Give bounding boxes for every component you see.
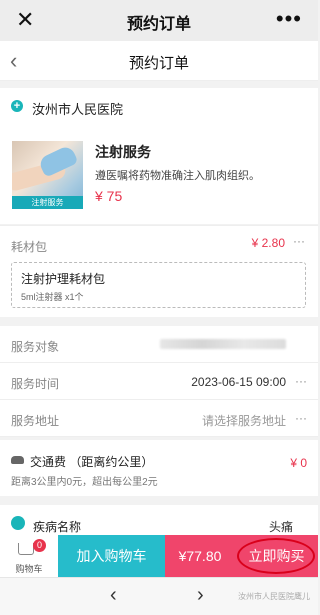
page-title: 预约订单 xyxy=(128,55,189,72)
hospital-header: + 汝州市人民医院 xyxy=(0,88,318,124)
row-service-target[interactable]: 服务对象 xyxy=(0,326,318,363)
service-image: 注射服务 xyxy=(12,141,83,209)
cart-label: 购物车 xyxy=(15,564,43,574)
nav-bar: ‹ 预约订单 xyxy=(0,41,318,81)
hospital-name: 汝州市人民医院 xyxy=(32,102,124,117)
row-service-address[interactable]: 服务地址 请选择服务地址 ··· xyxy=(0,400,318,437)
disease-label: 疾病名称 xyxy=(33,520,82,534)
materials-package[interactable]: 注射护理耗材包 5ml注射器 x1个 xyxy=(11,262,306,308)
service-description: 遵医嘱将药物准确注入肌肉组织。 xyxy=(95,170,260,182)
service-target-label: 服务对象 xyxy=(11,340,60,354)
plus-circle-icon: + xyxy=(11,100,23,112)
highlight-circle xyxy=(237,538,315,574)
disease-value: 头痛 xyxy=(268,520,293,534)
transport-price: ¥ 0 xyxy=(290,456,307,470)
cart-button[interactable]: 0 购物车 xyxy=(0,535,58,577)
buy-now-button[interactable]: 立即购买 xyxy=(235,535,318,577)
service-address-label: 服务地址 xyxy=(11,414,60,428)
materials-section: 耗材包 ¥ 2.80 ··· 注射护理耗材包 5ml注射器 x1个 xyxy=(0,225,318,317)
add-to-cart-button[interactable]: 加入购物车 xyxy=(58,535,165,577)
more-icon[interactable]: ••• xyxy=(276,6,302,32)
total-price: ¥77.80 xyxy=(165,535,235,577)
service-time-value: 2023-06-15 09:00 xyxy=(191,375,286,389)
bottom-action-bar: 0 购物车 加入购物车 ¥77.80 立即购买 xyxy=(0,535,318,577)
service-name: 注射服务 xyxy=(95,144,151,160)
package-name: 注射护理耗材包 xyxy=(21,272,106,286)
browser-back-icon[interactable]: ‹ xyxy=(110,584,117,607)
browser-bar: ‹ › 汝州市人民医院鹰儿 xyxy=(0,577,318,615)
materials-price: ¥ 2.80 xyxy=(251,236,285,250)
package-item: 5ml注射器 x1个 xyxy=(21,292,84,302)
transport-title: 交通费 （距离约公里） xyxy=(30,455,154,469)
materials-label: 耗材包 xyxy=(11,240,48,254)
service-target-value-blurred xyxy=(160,339,286,349)
materials-more-icon[interactable]: ··· xyxy=(293,234,305,248)
row-service-time[interactable]: 服务时间 2023-06-15 09:00 ··· xyxy=(0,363,318,400)
service-card[interactable]: 注射服务 注射服务 遵医嘱将药物准确注入肌肉组织。 ¥ 75 xyxy=(0,124,318,224)
disease-row[interactable]: 疾病名称 头痛 xyxy=(0,505,318,535)
service-image-label: 注射服务 xyxy=(12,196,83,209)
service-address-value: 请选择服务地址 xyxy=(201,414,286,428)
service-address-more-icon[interactable]: ··· xyxy=(295,411,307,425)
service-price: ¥ 75 xyxy=(95,188,123,204)
watermark: 汝州市人民医院鹰儿 xyxy=(238,592,310,601)
wechat-title: 预约订单 xyxy=(126,16,191,33)
service-time-label: 服务时间 xyxy=(11,377,60,391)
transport-fee: 交通费 （距离约公里） ¥ 0 距离3公里内0元，超出每公里2元 xyxy=(0,440,318,496)
car-icon xyxy=(11,456,24,464)
order-info-list: 服务对象 服务时间 2023-06-15 09:00 ··· 服务地址 请选择服… xyxy=(0,326,318,437)
disease-icon xyxy=(11,516,25,530)
transport-note: 距离3公里内0元，超出每公里2元 xyxy=(11,477,158,488)
cart-badge: 0 xyxy=(33,539,46,552)
browser-forward-icon[interactable]: › xyxy=(197,584,204,607)
cart-icon xyxy=(18,543,34,555)
service-time-more-icon[interactable]: ··· xyxy=(295,374,307,388)
wechat-top-bar: ✕ 预约订单 ••• xyxy=(0,0,318,41)
